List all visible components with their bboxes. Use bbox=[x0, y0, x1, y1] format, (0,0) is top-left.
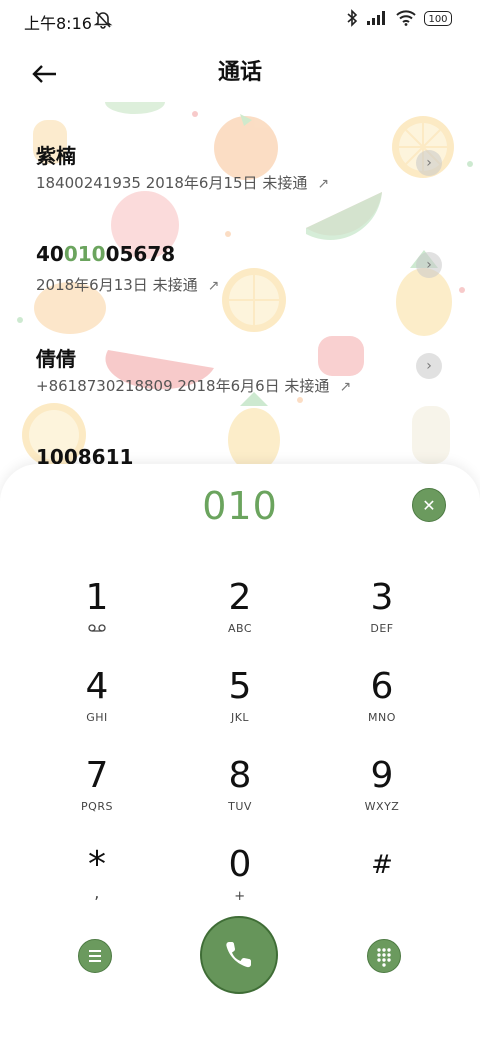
dial-key-5[interactable]: 5 JKL bbox=[180, 667, 300, 747]
key-letters: PQRS bbox=[81, 800, 113, 813]
key-letters: WXYZ bbox=[364, 800, 400, 813]
dial-key-6[interactable]: 6 MNO bbox=[322, 667, 442, 747]
dial-key-star[interactable]: * , bbox=[37, 845, 157, 925]
outgoing-call-icon: ↗ bbox=[339, 379, 352, 395]
key-digit: 9 bbox=[370, 755, 394, 796]
wifi-icon bbox=[396, 10, 416, 26]
dialer-panel: 010 ✕ 1 2 ABC 3 DEF 4 GHI 5 JKL 6 MNO 7 … bbox=[0, 464, 480, 1040]
key-digit: 4 bbox=[85, 666, 109, 707]
dial-key-4[interactable]: 4 GHI bbox=[37, 667, 157, 747]
outgoing-call-icon: ↗ bbox=[207, 278, 220, 294]
call-log-item[interactable]: 紫楠 18400241935 2018年6月15日 未接通 ↗ › bbox=[0, 140, 480, 236]
call-detail-button[interactable]: › bbox=[416, 252, 442, 278]
name-part: 倩倩 bbox=[36, 347, 76, 371]
key-letters: MNO bbox=[368, 711, 396, 724]
battery-icon: 100 bbox=[424, 10, 452, 26]
key-letters: DEF bbox=[370, 622, 394, 635]
dialed-number[interactable]: 010 bbox=[0, 484, 480, 528]
call-button[interactable] bbox=[200, 916, 278, 994]
key-digit: 1 bbox=[85, 577, 109, 618]
call-detail-text: +8618730218809 2018年6月6日 未接通 bbox=[36, 377, 330, 395]
call-detail-button[interactable]: › bbox=[416, 353, 442, 379]
call-log-item[interactable]: 倩倩 +8618730218809 2018年6月6日 未接通 ↗ › bbox=[0, 343, 480, 439]
call-detail-button[interactable]: › bbox=[416, 150, 442, 176]
status-time: 上午8:16 bbox=[24, 14, 92, 33]
dial-key-9[interactable]: 9 WXYZ bbox=[322, 756, 442, 836]
keypad-icon bbox=[377, 948, 391, 967]
dial-key-1[interactable]: 1 bbox=[37, 578, 157, 658]
name-part: 05678 bbox=[105, 242, 176, 266]
voicemail-icon bbox=[88, 624, 106, 632]
call-detail: +8618730218809 2018年6月6日 未接通 ↗ bbox=[36, 375, 351, 396]
call-contact-name: 4001005678 bbox=[36, 242, 175, 266]
call-contact-name: 紫楠 bbox=[36, 140, 76, 169]
clear-button[interactable]: ✕ bbox=[412, 488, 446, 522]
dial-key-2[interactable]: 2 ABC bbox=[180, 578, 300, 658]
key-letters: JKL bbox=[230, 711, 250, 724]
key-digit: 8 bbox=[228, 755, 252, 796]
dial-key-7[interactable]: 7 PQRS bbox=[37, 756, 157, 836]
page-title: 通话 bbox=[217, 60, 262, 85]
chevron-right-icon: › bbox=[426, 257, 432, 273]
key-digit: 6 bbox=[370, 666, 394, 707]
mute-bell-icon bbox=[93, 11, 113, 29]
phone-icon bbox=[226, 942, 251, 968]
menu-button[interactable] bbox=[78, 939, 112, 973]
app-header: 通话 bbox=[0, 44, 480, 94]
call-contact-name: 倩倩 bbox=[36, 343, 76, 372]
signal-icon bbox=[367, 11, 385, 25]
dial-key-hash[interactable]: # bbox=[322, 845, 442, 925]
menu-icon bbox=[89, 950, 101, 962]
key-digit: 3 bbox=[370, 577, 394, 618]
key-digit: 7 bbox=[85, 755, 109, 796]
key-letters: , bbox=[94, 883, 100, 902]
call-detail-text: 18400241935 2018年6月15日 未接通 bbox=[36, 174, 308, 192]
call-detail: 2018年6月13日 未接通 ↗ bbox=[36, 274, 219, 295]
name-match-highlight: 010 bbox=[63, 242, 106, 266]
key-letters: ABC bbox=[227, 622, 253, 635]
key-digit: 5 bbox=[228, 666, 252, 707]
name-part: 40 bbox=[36, 242, 64, 266]
key-letters: TUV bbox=[228, 800, 252, 813]
outgoing-call-icon: ↗ bbox=[317, 176, 330, 192]
bluetooth-icon bbox=[347, 9, 358, 27]
call-detail: 18400241935 2018年6月15日 未接通 ↗ bbox=[36, 172, 329, 193]
call-detail-text: 2018年6月13日 未接通 bbox=[36, 276, 198, 294]
key-digit: 2 bbox=[228, 577, 252, 618]
close-icon: ✕ bbox=[422, 496, 436, 515]
dial-key-0[interactable]: 0 + bbox=[180, 845, 300, 925]
dial-key-3[interactable]: 3 DEF bbox=[322, 578, 442, 658]
name-part: 紫楠 bbox=[36, 144, 76, 168]
key-letters: GHI bbox=[86, 711, 108, 724]
chevron-right-icon: › bbox=[426, 358, 432, 374]
status-bar: 上午8:16 100 bbox=[0, 0, 480, 40]
call-log-item[interactable]: 4001005678 2018年6月13日 未接通 ↗ › bbox=[0, 242, 480, 338]
dial-key-8[interactable]: 8 TUV bbox=[180, 756, 300, 836]
key-letters: + bbox=[234, 889, 246, 904]
chevron-right-icon: › bbox=[426, 155, 432, 171]
keypad-toggle-button[interactable] bbox=[367, 939, 401, 973]
key-digit: * bbox=[88, 844, 106, 885]
key-digit: # bbox=[371, 850, 393, 880]
key-digit: 0 bbox=[228, 844, 252, 885]
